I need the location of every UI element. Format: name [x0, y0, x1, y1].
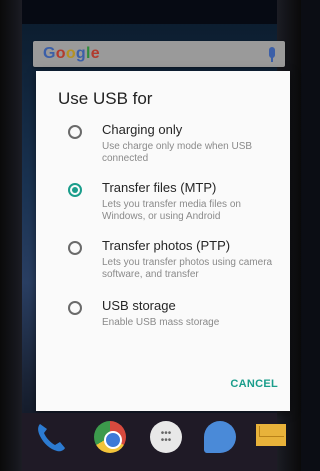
option-charging-only[interactable]: Charging only Use charge only mode when … — [36, 117, 290, 173]
option-usb-storage[interactable]: USB storage Enable USB mass storage — [36, 293, 290, 349]
cancel-button[interactable]: CANCEL — [230, 378, 278, 390]
option-description: Lets you transfer photos using camera so… — [102, 257, 273, 280]
status-bar — [22, 0, 277, 24]
radio-button[interactable] — [68, 125, 82, 139]
phone-icon[interactable] — [34, 420, 68, 454]
option-description: Enable USB mass storage — [102, 317, 220, 328]
option-transfer-files[interactable]: Transfer files (MTP) Lets you transfer m… — [36, 175, 290, 231]
option-description: Lets you transfer media files on Windows… — [102, 199, 241, 222]
phone-edge-left — [0, 0, 22, 471]
usb-mode-dialog: Use USB for Charging only Use charge onl… — [36, 71, 290, 411]
google-search-bar[interactable]: Google — [33, 41, 285, 67]
radio-button[interactable] — [68, 301, 82, 315]
messaging-icon[interactable] — [204, 421, 236, 453]
option-title: Charging only — [102, 122, 183, 137]
radio-button[interactable] — [68, 241, 82, 255]
option-transfer-photos[interactable]: Transfer photos (PTP) Lets you transfer … — [36, 233, 290, 289]
mic-icon[interactable] — [269, 47, 275, 62]
radio-button-selected[interactable] — [68, 183, 82, 197]
option-description: Use charge only mode when USB connected — [102, 141, 253, 164]
option-title: USB storage — [102, 298, 176, 313]
email-icon[interactable] — [256, 424, 286, 446]
dialog-title: Use USB for — [58, 89, 153, 108]
option-title: Transfer files (MTP) — [102, 180, 217, 195]
option-title: Transfer photos (PTP) — [102, 238, 231, 253]
chrome-icon-center — [104, 431, 122, 449]
app-drawer-dots: ••• ••• — [160, 428, 172, 446]
google-logo: Google — [43, 45, 100, 62]
